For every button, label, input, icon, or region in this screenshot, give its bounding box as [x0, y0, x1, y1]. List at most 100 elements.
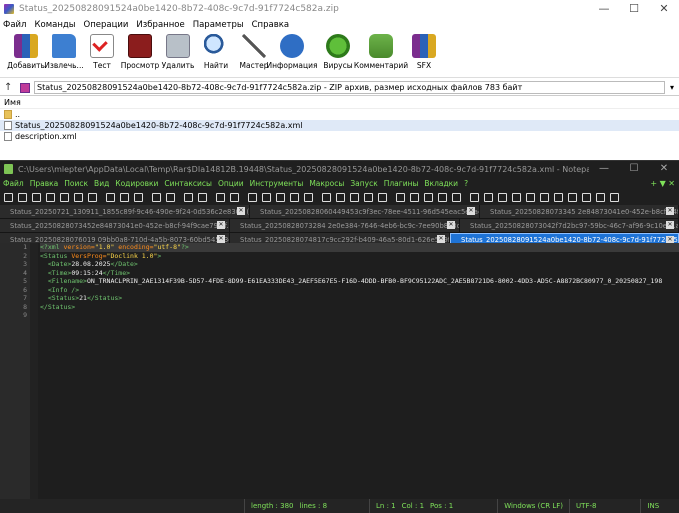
status-encoding[interactable]: UTF-8	[569, 499, 602, 513]
save-all-icon[interactable]	[46, 192, 55, 202]
extra-7-icon[interactable]	[554, 192, 563, 202]
extra-1-icon[interactable]	[470, 192, 479, 202]
minimize-button[interactable]: —	[589, 0, 619, 18]
save-icon[interactable]	[32, 192, 41, 202]
npp-menu-right-controls[interactable]: + ▼ ✕	[650, 179, 675, 188]
tab-close-icon[interactable]: ✕	[666, 207, 674, 215]
replace-icon[interactable]	[198, 192, 207, 202]
tab-file[interactable]: Status_20250828073042f7d2bc97-59bc-46c7-…	[460, 219, 679, 232]
view-button[interactable]: Просмотр	[121, 34, 159, 70]
tab-close-icon[interactable]: ✕	[467, 207, 475, 215]
npp-menu-macro[interactable]: Макросы	[309, 179, 344, 188]
npp-menu-edit[interactable]: Правка	[30, 179, 59, 188]
redo-icon[interactable]	[166, 192, 175, 202]
list-item[interactable]: Status_20250828091524a0be1420-8b72-408c-…	[0, 120, 679, 131]
copy-icon[interactable]	[120, 192, 129, 202]
open-file-icon[interactable]	[18, 192, 27, 202]
close-all-icon[interactable]	[74, 192, 83, 202]
extra-4-icon[interactable]	[512, 192, 521, 202]
up-arrow-icon[interactable]: ↑	[4, 82, 20, 93]
npp-menu-plugins[interactable]: Плагины	[384, 179, 419, 188]
menu-operations[interactable]: Операции	[84, 20, 129, 30]
npp-menu-settings[interactable]: Опции	[218, 179, 244, 188]
record-macro-icon[interactable]	[396, 192, 405, 202]
extra-5-icon[interactable]	[526, 192, 535, 202]
add-button[interactable]: Добавить	[7, 34, 45, 70]
extra-10-icon[interactable]	[596, 192, 605, 202]
save-macro-icon[interactable]	[452, 192, 461, 202]
indent-guide-icon[interactable]	[304, 192, 313, 202]
tab-close-icon[interactable]: ✕	[217, 235, 225, 243]
cut-icon[interactable]	[106, 192, 115, 202]
npp-menu-language[interactable]: Синтаксисы	[164, 179, 212, 188]
npp-menu-encoding[interactable]: Кодировки	[115, 179, 158, 188]
word-wrap-icon[interactable]	[276, 192, 285, 202]
npp-close-button[interactable]: ✕	[649, 161, 679, 177]
tab-close-icon[interactable]: ✕	[217, 221, 225, 229]
npp-menu-view[interactable]: Вид	[94, 179, 109, 188]
menu-file[interactable]: Файл	[3, 20, 26, 30]
list-item[interactable]: ..	[0, 109, 679, 120]
folder-workspace-icon[interactable]	[364, 192, 373, 202]
fold-margin[interactable]	[30, 243, 38, 499]
status-eol[interactable]: Windows (CR LF)	[497, 499, 569, 513]
zoom-out-icon[interactable]	[230, 192, 239, 202]
tab-file[interactable]: Status_20250721_130911_1855c89f-9c46-490…	[0, 205, 250, 218]
npp-menu-help[interactable]: ?	[464, 179, 468, 188]
test-button[interactable]: Тест	[84, 34, 120, 70]
extra-9-icon[interactable]	[582, 192, 591, 202]
monitor-icon[interactable]	[378, 192, 387, 202]
menu-options[interactable]: Параметры	[193, 20, 244, 30]
print-icon[interactable]	[88, 192, 97, 202]
npp-menu-run[interactable]: Запуск	[350, 179, 377, 188]
npp-menu-tools[interactable]: Инструменты	[250, 179, 304, 188]
close-button[interactable]: ✕	[649, 0, 679, 18]
play-macro-icon[interactable]	[424, 192, 433, 202]
chevron-down-icon[interactable]: ▾	[665, 83, 679, 92]
menu-favorites[interactable]: Избранное	[136, 20, 184, 30]
undo-icon[interactable]	[152, 192, 161, 202]
extra-2-icon[interactable]	[484, 192, 493, 202]
tab-close-icon[interactable]: ✕	[666, 221, 674, 229]
run-macro-icon[interactable]	[438, 192, 447, 202]
extra-6-icon[interactable]	[540, 192, 549, 202]
tab-close-icon[interactable]: ✕	[437, 235, 445, 243]
doc-map-icon[interactable]	[336, 192, 345, 202]
find-button[interactable]: Найти	[198, 34, 234, 70]
new-file-icon[interactable]	[4, 192, 13, 202]
sync-horizontal-icon[interactable]	[262, 192, 271, 202]
maximize-button[interactable]: ☐	[619, 0, 649, 18]
tab-close-icon[interactable]: ✕	[237, 207, 245, 215]
function-list-icon[interactable]	[350, 192, 359, 202]
tab-file[interactable]: Status_20250828073452e84873041e0-452e-b8…	[0, 219, 230, 232]
extra-3-icon[interactable]	[498, 192, 507, 202]
sync-vertical-icon[interactable]	[248, 192, 257, 202]
npp-menu-search[interactable]: Поиск	[64, 179, 88, 188]
extra-11-icon[interactable]	[610, 192, 619, 202]
zoom-in-icon[interactable]	[216, 192, 225, 202]
tab-file[interactable]: Status_20250828073284 2e0e384-7646-4eb6-…	[230, 219, 460, 232]
address-field[interactable]: Status_20250828091524a0be1420-8b72-408c-…	[34, 81, 665, 94]
menu-commands[interactable]: Команды	[34, 20, 75, 30]
info-button[interactable]: Информация	[266, 34, 318, 70]
paste-icon[interactable]	[134, 192, 143, 202]
list-item[interactable]: description.xml	[0, 131, 679, 142]
delete-button[interactable]: Удалить	[160, 34, 196, 70]
extract-button[interactable]: Извлечь...	[44, 34, 84, 70]
comment-button[interactable]: Комментарий	[354, 34, 408, 70]
show-all-chars-icon[interactable]	[290, 192, 299, 202]
menu-help[interactable]: Справка	[252, 20, 289, 30]
tab-file[interactable]: Status_20250828073345 2e84873041e0-452e-…	[480, 205, 679, 218]
code-content[interactable]: <?xml version="1.0" encoding="utf-8"?> <…	[40, 243, 679, 320]
close-file-icon[interactable]	[60, 192, 69, 202]
tab-file[interactable]: Status_20250828060449453c9f3ec-78ee-4511…	[250, 205, 480, 218]
tab-close-icon[interactable]: ✕	[447, 221, 455, 229]
extra-8-icon[interactable]	[568, 192, 577, 202]
stop-macro-icon[interactable]	[410, 192, 419, 202]
npp-maximize-button[interactable]: ☐	[619, 161, 649, 177]
find-icon[interactable]	[184, 192, 193, 202]
sfx-button[interactable]: SFX	[406, 34, 442, 70]
status-ins[interactable]: INS	[640, 499, 665, 513]
npp-menu-file[interactable]: Файл	[3, 179, 24, 188]
code-editor[interactable]: 1 2 3 4 5 6 7 8 9 <?xml version="1.0" en…	[0, 243, 679, 499]
